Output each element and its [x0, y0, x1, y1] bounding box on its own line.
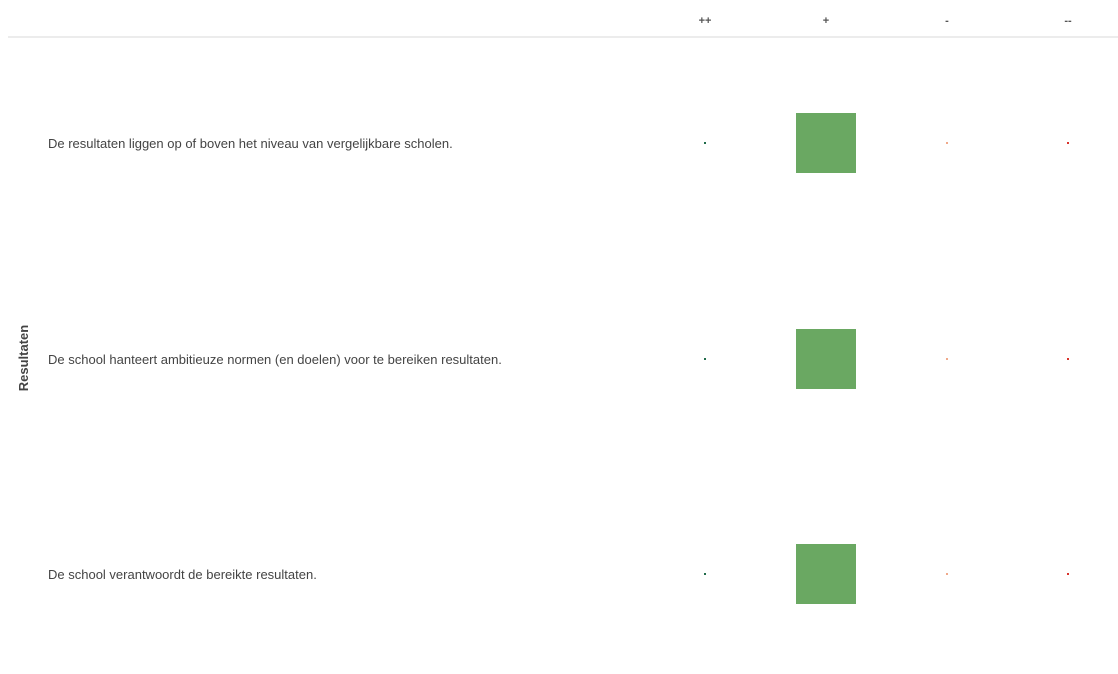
matrix-cell	[704, 573, 706, 575]
chart-rows: De resultaten liggen op of boven het niv…	[48, 113, 1069, 604]
matrix-cell	[946, 358, 948, 360]
column-header: +	[823, 15, 829, 27]
matrix-cell	[796, 544, 856, 604]
matrix-cell	[946, 142, 948, 144]
matrix-cell	[1067, 142, 1069, 144]
response-matrix-chart: ++ + - -- Resultaten De resultaten liggen o…	[8, 15, 1118, 604]
column-header: --	[1064, 15, 1072, 27]
matrix-cell	[796, 329, 856, 389]
row-label: De school hanteert ambitieuze normen (en…	[48, 352, 502, 367]
matrix-cell	[704, 142, 706, 144]
matrix-cell	[1067, 358, 1069, 360]
matrix-cell	[1067, 573, 1069, 575]
row-label: De school verantwoordt de bereikte resul…	[48, 567, 317, 582]
matrix-cell	[796, 113, 856, 173]
matrix-cell	[704, 358, 706, 360]
column-headers: ++ + - --	[699, 15, 1072, 27]
row-label: De resultaten liggen op of boven het niv…	[48, 136, 453, 151]
matrix-cell	[946, 573, 948, 575]
column-header: ++	[699, 15, 712, 27]
group-label: Resultaten	[16, 325, 31, 392]
column-header: -	[945, 15, 949, 27]
